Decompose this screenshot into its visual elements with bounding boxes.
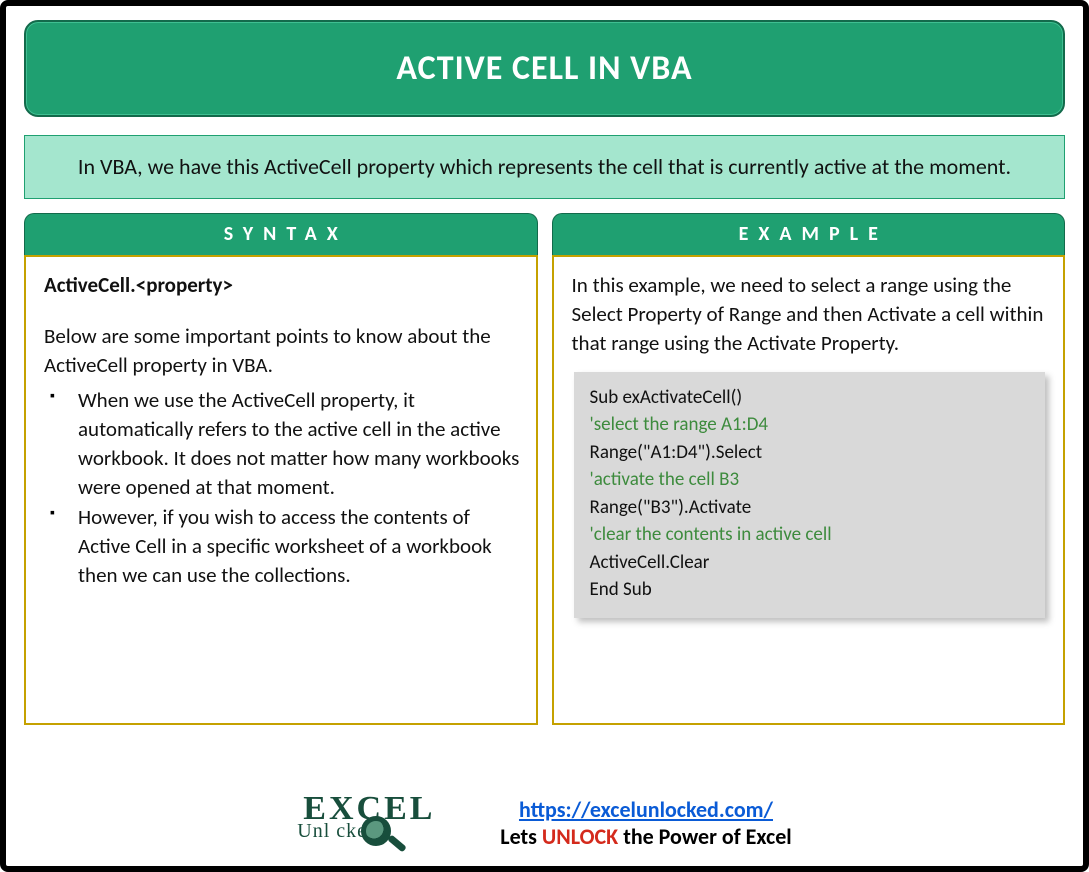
excel-unlocked-logo: EXCEL Unl cked bbox=[297, 792, 482, 854]
tagline-pre: Lets bbox=[500, 823, 542, 850]
tagline-highlight: UNLOCK bbox=[542, 823, 618, 850]
code-comment: 'activate the cell B3 bbox=[590, 466, 1030, 494]
example-lead: In this example, we need to select a ran… bbox=[572, 271, 1048, 358]
syntax-signature: ActiveCell.<property> bbox=[44, 271, 520, 300]
syntax-panel: ActiveCell.<property> Below are some imp… bbox=[24, 255, 538, 725]
document-frame: ACTIVE CELL IN VBA In VBA, we have this … bbox=[0, 0, 1089, 872]
footer-text-block: https://excelunlocked.com/ Lets UNLOCK t… bbox=[500, 796, 791, 850]
magnifier-handle-icon bbox=[387, 834, 407, 852]
magnifier-icon bbox=[361, 816, 391, 846]
site-link[interactable]: https://excelunlocked.com/ bbox=[519, 796, 773, 823]
tagline: Lets UNLOCK the Power of Excel bbox=[500, 823, 791, 850]
syntax-lead: Below are some important points to know … bbox=[44, 322, 520, 380]
code-block: Sub exActivateCell() 'select the range A… bbox=[574, 372, 1046, 618]
code-line: Range("B3").Activate bbox=[590, 494, 1030, 522]
example-tab: EXAMPLE bbox=[552, 213, 1066, 255]
page-title: ACTIVE CELL IN VBA bbox=[24, 20, 1065, 117]
code-line: Sub exActivateCell() bbox=[590, 384, 1030, 412]
intro-text: In VBA, we have this ActiveCell property… bbox=[24, 135, 1065, 199]
syntax-column: SYNTAX ActiveCell.<property> Below are s… bbox=[24, 213, 538, 725]
code-line: End Sub bbox=[590, 576, 1030, 604]
syntax-bullet: However, if you wish to access the conte… bbox=[68, 503, 520, 590]
syntax-bullet: When we use the ActiveCell property, it … bbox=[68, 386, 520, 502]
syntax-tab: SYNTAX bbox=[24, 213, 538, 255]
two-column-layout: SYNTAX ActiveCell.<property> Below are s… bbox=[24, 213, 1065, 725]
code-comment: 'select the range A1:D4 bbox=[590, 411, 1030, 439]
example-panel: In this example, we need to select a ran… bbox=[552, 255, 1066, 725]
code-comment: 'clear the contents in active cell bbox=[590, 521, 1030, 549]
code-line: ActiveCell.Clear bbox=[590, 549, 1030, 577]
tagline-post: the Power of Excel bbox=[623, 823, 792, 850]
example-column: EXAMPLE In this example, we need to sele… bbox=[552, 213, 1066, 725]
footer: EXCEL Unl cked https://excelunlocked.com… bbox=[6, 792, 1083, 860]
code-line: Range("A1:D4").Select bbox=[590, 439, 1030, 467]
syntax-bullets: When we use the ActiveCell property, it … bbox=[44, 386, 520, 591]
